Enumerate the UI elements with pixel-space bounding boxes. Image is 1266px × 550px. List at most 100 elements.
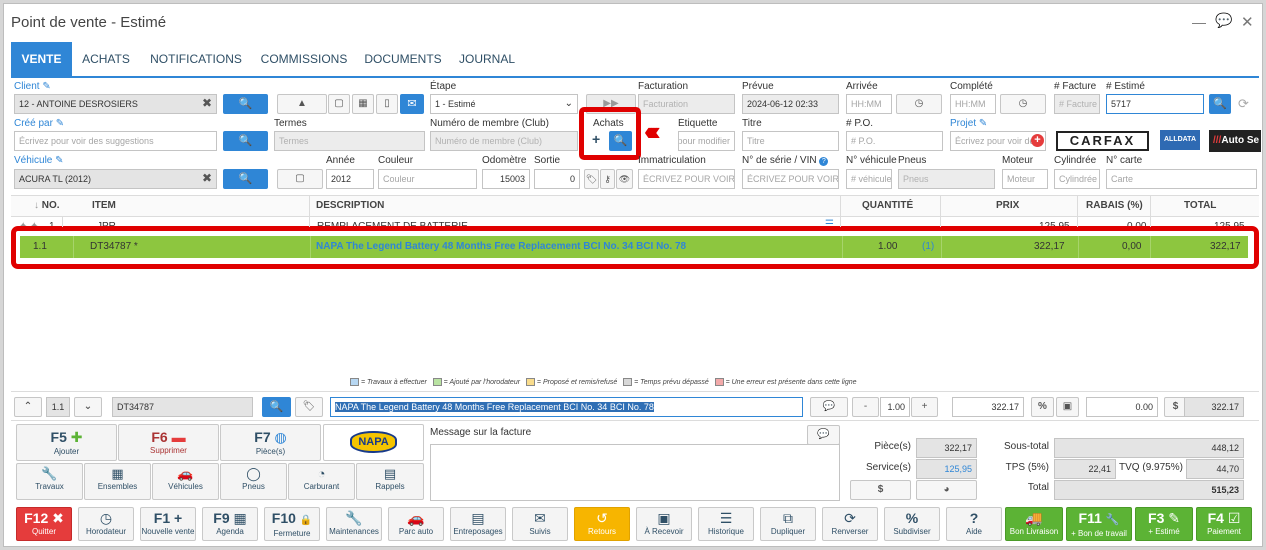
retours-button[interactable]: ↺ Retours [574, 507, 630, 541]
maintenances-button[interactable]: 🔧 Maintenances [326, 507, 382, 541]
refresh-icon[interactable]: ⟳ [1238, 96, 1249, 112]
description-field[interactable]: NAPA The Legend Battery 48 Months Free R… [330, 397, 803, 417]
client-field[interactable]: 12 - ANTOINE DESROSIERS [14, 94, 217, 114]
tag-button[interactable]: 🏷 [295, 397, 323, 417]
cree-search-button[interactable]: 🔍 [223, 131, 268, 151]
travaux-button[interactable]: 🔧 Travaux [16, 463, 83, 500]
item-search-button[interactable]: 🔍 [262, 397, 291, 417]
col-item[interactable]: ITEM [92, 196, 116, 216]
tab-documents[interactable]: DOCUMENTS [362, 42, 444, 76]
cylindree-field[interactable]: Cylindrée [1054, 169, 1100, 189]
money-button[interactable]: ▣ [1056, 397, 1079, 417]
tag-button[interactable]: 🏷 [584, 169, 599, 189]
nveh-field[interactable]: # véhicule [846, 169, 892, 189]
message-textarea[interactable] [430, 444, 840, 501]
cree-par-label[interactable]: Créé par ✎ [14, 118, 64, 129]
facture-field[interactable]: # Facture [1054, 94, 1100, 114]
note-button[interactable]: ▢ [328, 94, 350, 114]
vehicule-note-button[interactable]: ▢ [277, 169, 323, 189]
add-circle-icon[interactable]: + [1031, 134, 1044, 147]
email-button[interactable]: ✉ [400, 94, 424, 114]
col-no[interactable]: ↓ NO. [34, 196, 60, 216]
termes-field[interactable]: Termes [274, 131, 425, 151]
po-field[interactable]: # P.O. [846, 131, 943, 151]
col-quantite[interactable]: QUANTITÉ [862, 196, 913, 216]
couleur-field[interactable]: Couleur [378, 169, 477, 189]
titre-field[interactable]: Titre [742, 131, 839, 151]
edit-icon[interactable]: ✎ [55, 155, 63, 166]
chat-icon[interactable]: 💬 [1215, 12, 1232, 29]
help-icon[interactable]: ? [819, 157, 829, 166]
discount-field[interactable]: 0.00 [1086, 397, 1158, 417]
qty-field[interactable]: 1.00 [880, 397, 910, 417]
horodateur-button[interactable]: ◷ Horodateur [78, 507, 134, 541]
percent-button[interactable]: % [1031, 397, 1054, 417]
clear-x-icon[interactable]: ✖ [202, 96, 212, 110]
renverser-button[interactable]: ⟳ Renverser [822, 507, 878, 541]
facturation-field[interactable]: Facturation [638, 94, 735, 114]
arrivee-field[interactable]: HH:MM [846, 94, 892, 114]
edit-icon[interactable]: ✎ [979, 118, 987, 129]
pneus-button[interactable]: ◯ Pneus [220, 463, 287, 500]
bon-livraison-button[interactable]: 🚚 Bon Livraison [1005, 507, 1063, 541]
etape-select[interactable]: 1 - Estimé ⌄ [430, 94, 578, 114]
price-field[interactable]: 322.17 [952, 397, 1024, 417]
col-total[interactable]: TOTAL [1184, 196, 1216, 216]
fermeture-button[interactable]: F10 🔒 Fermeture [264, 507, 320, 541]
suivis-button[interactable]: ✉ Suivis [512, 507, 568, 541]
add-button[interactable]: F5 ✚ Ajouter [16, 424, 117, 461]
vehicule-field[interactable]: ACURA TL (2012) [14, 169, 217, 189]
tab-journal[interactable]: JOURNAL [456, 42, 518, 76]
tab-vente[interactable]: VENTE [11, 42, 72, 76]
edit-icon[interactable]: ✎ [56, 118, 64, 129]
entreposages-button[interactable]: ▤ Entreposages [450, 507, 506, 541]
pneus-field[interactable]: Pneus [898, 169, 995, 189]
calendar-button[interactable]: ▦ [352, 94, 374, 114]
edit-icon[interactable]: ✎ [42, 81, 50, 92]
subdiviser-button[interactable]: % Subdiviser [884, 507, 940, 541]
sortie-field[interactable]: 0 [534, 169, 580, 189]
client-label[interactable]: Client ✎ [14, 81, 51, 92]
message-comment-button[interactable]: 💬 [807, 425, 840, 445]
eye-button[interactable]: 👁 [616, 169, 633, 189]
estime-search-button[interactable]: 🔍 [1209, 94, 1231, 114]
autoserv-logo[interactable]: ///Auto Se [1209, 130, 1261, 152]
odometre-field[interactable]: 15003 [482, 169, 530, 189]
road-button[interactable]: ▲ [277, 94, 327, 114]
estime-field[interactable]: 5717 [1106, 94, 1204, 114]
vehicule-label[interactable]: Véhicule ✎ [14, 155, 64, 166]
next-line-button[interactable]: ⌄ [74, 397, 102, 417]
tab-notifications[interactable]: NOTIFICATIONS [148, 42, 244, 76]
complete-clock-button[interactable]: ◷ [1000, 94, 1046, 114]
etiquette-field[interactable]: Cliquez pour modifier [678, 131, 735, 151]
a-recevoir-button[interactable]: ▣ À Recevoir [636, 507, 692, 541]
client-search-button[interactable]: 🔍 [223, 94, 268, 114]
carfax-logo[interactable]: CARFAX [1056, 131, 1149, 151]
agenda-button[interactable]: F9 ▦ Agenda [202, 507, 258, 541]
estime-button[interactable]: F3 ✎ + Estimé [1135, 507, 1193, 541]
parc-auto-button[interactable]: 🚗 Parc auto [388, 507, 444, 541]
parts-button[interactable]: F7 ◍ Pièce(s) [220, 424, 321, 461]
dupliquer-button[interactable]: ⧉ Dupliquer [760, 507, 816, 541]
projet-label[interactable]: Projet ✎ [950, 118, 987, 129]
quit-button[interactable]: F12 ✖ Quitter [16, 507, 72, 541]
delete-button[interactable]: F6 ▬ Supprimer [118, 424, 219, 461]
dollar-total-button[interactable]: $ [850, 480, 911, 500]
qty-minus-button[interactable]: - [852, 397, 879, 417]
item-code-field[interactable]: DT34787 [112, 397, 253, 417]
pie-chart-button[interactable]: ◕ [916, 480, 977, 500]
close-icon[interactable]: ✕ [1241, 13, 1254, 31]
col-prix[interactable]: PRIX [996, 196, 1019, 216]
key-button[interactable]: ⚷ [600, 169, 615, 189]
carte-field[interactable]: Carte [1106, 169, 1257, 189]
qty-plus-button[interactable]: + [911, 397, 938, 417]
bon-travail-button[interactable]: F11 🔧 + Bon de travail [1066, 507, 1132, 541]
tab-commissions[interactable]: COMMISSIONS [258, 42, 350, 76]
vehicule-search-button[interactable]: 🔍 [223, 169, 268, 189]
historique-button[interactable]: ☰ Historique [698, 507, 754, 541]
annee-field[interactable]: 2012 [326, 169, 374, 189]
vehicules-button[interactable]: 🚗 Véhicules [152, 463, 219, 500]
phone-button[interactable]: ▯ [376, 94, 398, 114]
arrivee-clock-button[interactable]: ◷ [896, 94, 942, 114]
prevue-field[interactable]: 2024-06-12 02:33 [742, 94, 839, 114]
